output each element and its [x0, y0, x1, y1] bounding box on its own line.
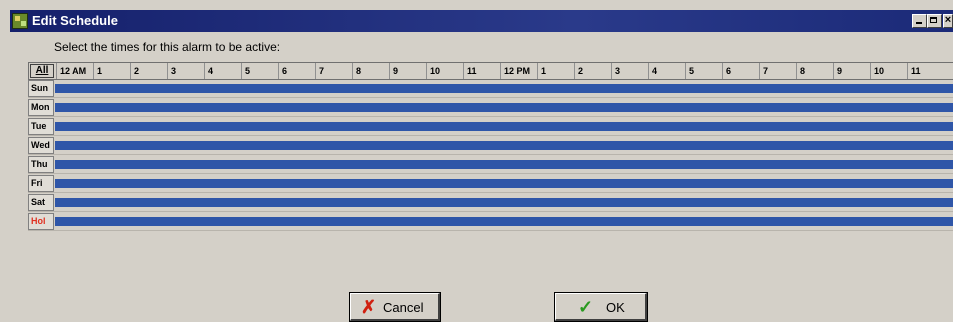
- day-row[interactable]: Wed: [28, 137, 953, 156]
- day-label[interactable]: Sat: [28, 194, 54, 211]
- day-rows: Sun Mon Tue Wed Thu Fri Sat Hol: [28, 80, 953, 232]
- minimize-button[interactable]: [912, 14, 927, 28]
- day-row[interactable]: Hol: [28, 213, 953, 232]
- hour-header-cell[interactable]: 12 AM: [56, 63, 93, 79]
- hour-header-cell[interactable]: 11: [907, 63, 944, 79]
- active-time-band[interactable]: [55, 198, 953, 207]
- hour-header-cell[interactable]: 5: [685, 63, 722, 79]
- hour-header-cell[interactable]: 8: [352, 63, 389, 79]
- title-bar[interactable]: Edit Schedule ×: [10, 10, 953, 32]
- ok-label: OK: [606, 300, 625, 315]
- day-label[interactable]: Sun: [28, 80, 54, 97]
- hour-header-cell[interactable]: 2: [130, 63, 167, 79]
- window-title: Edit Schedule: [32, 13, 118, 28]
- hour-header-cell[interactable]: 7: [759, 63, 796, 79]
- row-divider: [28, 154, 953, 155]
- row-divider: [28, 211, 953, 212]
- hour-header-cell[interactable]: 7: [315, 63, 352, 79]
- active-time-band[interactable]: [55, 103, 953, 112]
- day-label[interactable]: Thu: [28, 156, 54, 173]
- day-label[interactable]: Mon: [28, 99, 54, 116]
- instruction-text: Select the times for this alarm to be ac…: [54, 40, 281, 54]
- checkmark-icon: ✓: [578, 297, 594, 317]
- close-button[interactable]: ×: [943, 14, 953, 28]
- day-label[interactable]: Wed: [28, 137, 54, 154]
- hour-header-cell[interactable]: 10: [426, 63, 463, 79]
- hour-header-cell[interactable]: 4: [648, 63, 685, 79]
- active-time-band[interactable]: [55, 141, 953, 150]
- hour-header-cell[interactable]: 9: [389, 63, 426, 79]
- row-divider: [28, 230, 953, 231]
- hour-header-cell[interactable]: 12 PM: [500, 63, 537, 79]
- cancel-label: Cancel: [383, 300, 424, 315]
- hour-header-cell[interactable]: 8: [796, 63, 833, 79]
- day-row[interactable]: Fri: [28, 175, 953, 194]
- row-divider: [28, 192, 953, 193]
- active-time-band[interactable]: [55, 217, 953, 226]
- hour-header-cell[interactable]: 2: [574, 63, 611, 79]
- hour-header-cell[interactable]: 6: [278, 63, 315, 79]
- day-row[interactable]: Tue: [28, 118, 953, 137]
- hour-header-cell[interactable]: 3: [167, 63, 204, 79]
- day-row[interactable]: Mon: [28, 99, 953, 118]
- hour-header: All 12 AM 1 2 3 4 5 6 7 8 9 10 11 12 PM 1 2 3 4 5 6 7 8 9 10 11: [28, 62, 953, 80]
- row-divider: [28, 135, 953, 136]
- active-time-band[interactable]: [55, 84, 953, 93]
- day-label[interactable]: Fri: [28, 175, 54, 192]
- edit-schedule-window: Edit Schedule × Select the times for thi…: [10, 10, 953, 322]
- hour-header-cell[interactable]: 1: [93, 63, 130, 79]
- hour-header-cell[interactable]: 9: [833, 63, 870, 79]
- hour-header-cell[interactable]: 10: [870, 63, 907, 79]
- app-icon: [12, 13, 28, 29]
- maximize-icon: [930, 17, 937, 23]
- day-label[interactable]: Tue: [28, 118, 54, 135]
- cancel-button[interactable]: ✗ Cancel: [349, 292, 441, 322]
- active-time-band[interactable]: [55, 122, 953, 131]
- select-all-button[interactable]: All: [30, 64, 54, 78]
- hour-header-cell[interactable]: 6: [722, 63, 759, 79]
- maximize-button[interactable]: [927, 14, 942, 28]
- day-row[interactable]: Sat: [28, 194, 953, 213]
- row-divider: [28, 97, 953, 98]
- hour-header-cell[interactable]: 11: [463, 63, 500, 79]
- row-divider: [28, 173, 953, 174]
- row-divider: [28, 116, 953, 117]
- active-time-band[interactable]: [55, 160, 953, 169]
- day-row[interactable]: Thu: [28, 156, 953, 175]
- active-time-band[interactable]: [55, 179, 953, 188]
- hour-header-cell[interactable]: 4: [204, 63, 241, 79]
- hour-header-cell[interactable]: 3: [611, 63, 648, 79]
- schedule-grid[interactable]: All 12 AM 1 2 3 4 5 6 7 8 9 10 11 12 PM 1 2 3 4 5 6 7 8 9 10 11…: [28, 62, 953, 232]
- x-icon: ✗: [361, 297, 377, 317]
- day-row[interactable]: Sun: [28, 80, 953, 99]
- ok-button[interactable]: ✓ OK: [554, 292, 648, 322]
- minimize-icon: [916, 22, 922, 24]
- hour-header-cell[interactable]: 5: [241, 63, 278, 79]
- hour-header-cell[interactable]: 1: [537, 63, 574, 79]
- day-label[interactable]: Hol: [28, 213, 54, 230]
